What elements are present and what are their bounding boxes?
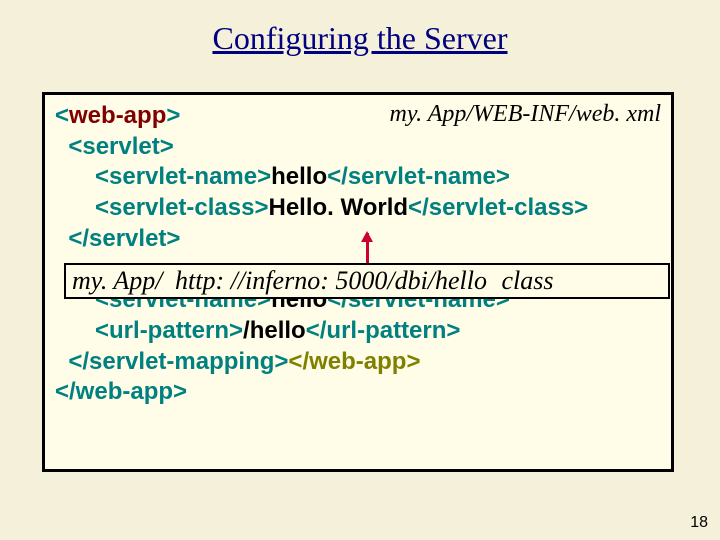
code-token: </servlet-class> [408,194,588,221]
code-line: <url-pattern>/hello</url-pattern> [55,316,661,347]
code-line: <servlet> [55,132,661,163]
code-token: < [55,102,69,129]
annotation-box: my. App/ http: //inferno: 5000/dbi/hello… [64,263,670,299]
code-line: <servlet-class>Hello. World</servlet-cla… [55,193,661,224]
code-token: </web-app> [55,378,187,405]
code-token: <servlet> [55,133,174,160]
code-line: <servlet-name>hello</servlet-name> [55,162,661,193]
code-token: </url-pattern> [306,317,461,344]
annotation-left: my. App/ [72,266,163,295]
annotation-url: http: //inferno: 5000/dbi/hello [175,266,487,295]
code-line: </servlet> [55,224,661,255]
code-token: <servlet-name> [55,163,271,190]
code-token: </servlet-name> [327,163,510,190]
file-path-label: my. App/WEB-INF/web. xml [390,99,662,130]
code-token: hello [271,163,327,190]
code-line: </servlet-mapping></web-app> [55,347,661,378]
code-token: </servlet> [55,225,180,252]
code-token: > [166,102,180,129]
code-token: <servlet-class> [55,194,268,221]
code-token: /hello [243,317,306,344]
slide-title: Configuring the Server [0,0,720,75]
code-token: Hello. World [268,194,408,221]
page-number: 18 [690,514,708,532]
code-token: </servlet-mapping> [55,348,288,375]
code-token: web-app [69,102,166,129]
code-token: </web-app> [288,348,420,375]
code-line: </web-app> [55,377,661,408]
arrow-icon [366,233,369,263]
code-token: <url-pattern> [55,317,243,344]
annotation-right: class [502,266,554,295]
